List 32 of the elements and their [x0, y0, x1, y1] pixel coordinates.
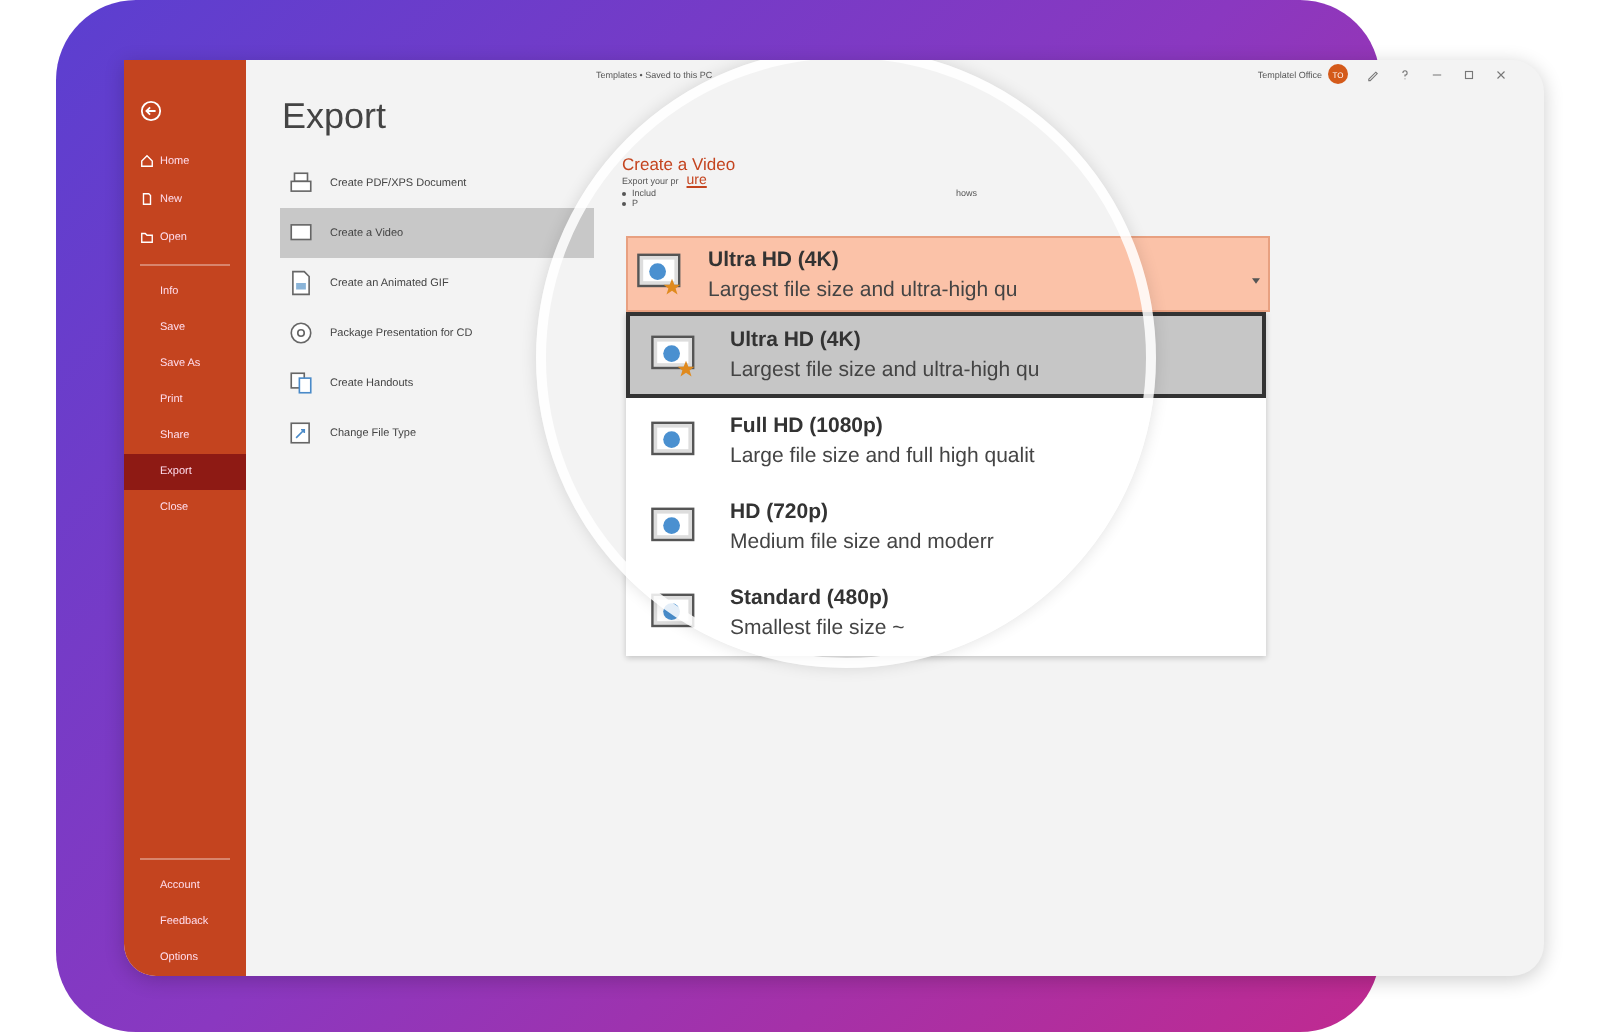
option-title: HD (720p) [730, 500, 831, 524]
image-file-icon [288, 270, 314, 296]
documents-icon [288, 370, 314, 396]
dropdown-option[interactable]: Full HD (1080p) Large file size and full high qualit [626, 398, 1266, 484]
monitor-star-icon [636, 250, 684, 298]
pen-icon[interactable] [1366, 67, 1380, 81]
option-description: Largest file size and ultra-high qu [708, 277, 1018, 301]
option-title: Full HD (1080p) [730, 414, 885, 438]
page-title: Export [282, 96, 389, 138]
option-description: Smallest file size ~ [730, 616, 905, 640]
option-description: Large file size and full high qualit [730, 444, 1035, 468]
printer-icon [288, 170, 314, 196]
dropdown-option[interactable]: HD (720p) Medium file size and moderr [626, 484, 1266, 570]
option-description: Largest file size and ultra-high qu [730, 358, 1040, 382]
option-title: Standard (480p) [730, 586, 891, 610]
dropdown-option[interactable]: Standard (480p) Smallest file size ~ [626, 570, 1266, 656]
help-icon[interactable] [1398, 67, 1412, 81]
quality-dropdown[interactable]: Ultra HD (4K) Largest file size and ultra-high qu [626, 236, 1270, 312]
folder-icon [140, 230, 154, 244]
caret-icon [1252, 278, 1260, 284]
section-title: Create a Video [622, 154, 738, 174]
maximize-icon[interactable] [1462, 67, 1476, 81]
option-title: Ultra HD (4K) [730, 328, 863, 352]
page-icon [140, 192, 154, 206]
option-title: Ultra HD (4K) [708, 247, 841, 271]
option-description: Medium file size and moderr [730, 530, 994, 554]
disc-icon [288, 320, 314, 346]
dropdown-option[interactable]: Ultra HD (4K) Largest file size and ultra-high qu [626, 312, 1266, 398]
monitor-icon [288, 220, 314, 246]
close-icon[interactable] [1494, 67, 1508, 81]
home-icon [140, 154, 154, 168]
back-arrow-icon[interactable] [140, 100, 162, 122]
